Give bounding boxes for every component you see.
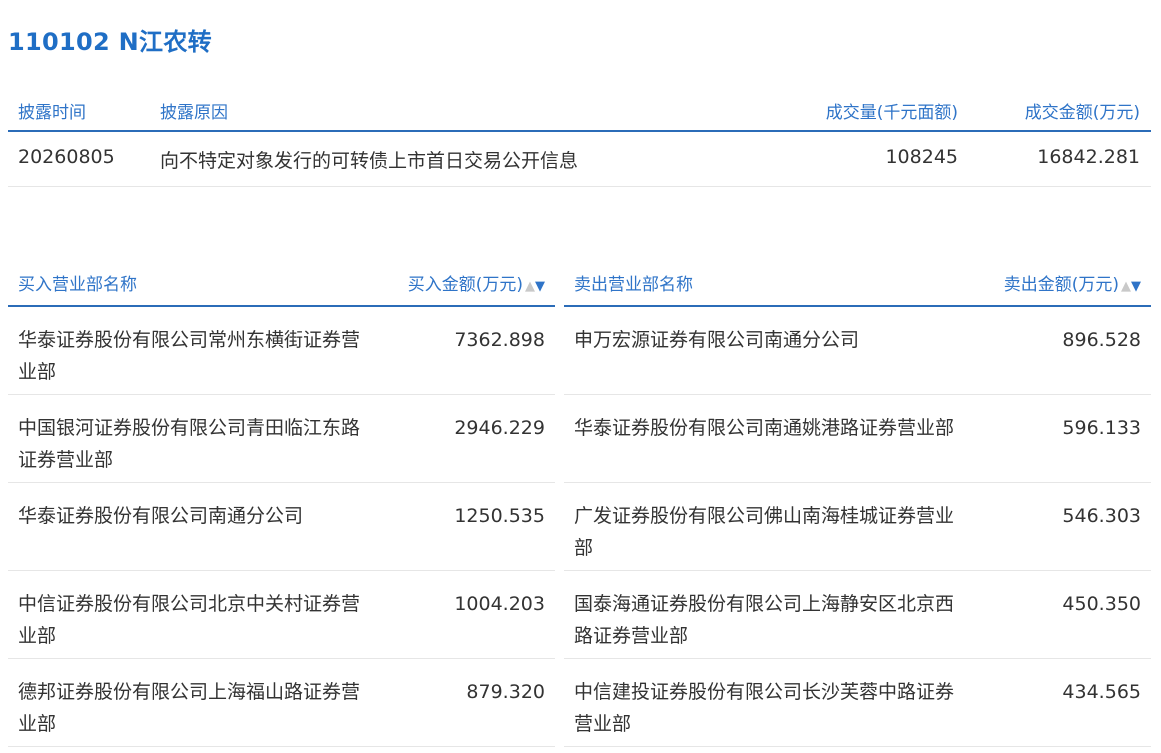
sell-name-header: 卖出营业部名称: [574, 275, 693, 295]
disclosure-time: 20260805: [18, 146, 115, 168]
table-row: 中国银河证券股份有限公司青田临江东路证券营业部 2946.229: [8, 396, 555, 483]
disclosure-reason: 向不特定对象发行的可转债上市首日交易公开信息: [160, 150, 579, 172]
header-disclosure-reason: 披露原因: [160, 103, 228, 123]
sell-table: 卖出营业部名称 卖出金额(万元) ▲▼ 申万宏源证券有限公司南通分公司 896.5…: [564, 260, 1151, 747]
sell-amount: 896.528: [1062, 329, 1141, 351]
buy-amount: 1250.535: [454, 505, 545, 527]
table-row: 申万宏源证券有限公司南通分公司 896.528: [564, 308, 1151, 395]
sort-icon[interactable]: ▲▼: [1121, 279, 1141, 294]
buy-branch-name: 中国银河证券股份有限公司青田临江东路证券营业部: [18, 417, 361, 471]
buy-amount: 1004.203: [454, 593, 545, 615]
sell-amount: 596.133: [1062, 417, 1141, 439]
page-title: 110102 N江农转: [8, 28, 212, 56]
buy-amount-header-label: 买入金额(万元): [407, 275, 523, 295]
table-row: 国泰海通证券股份有限公司上海静安区北京西路证券营业部 450.350: [564, 572, 1151, 659]
sell-amount: 546.303: [1062, 505, 1141, 527]
sort-asc-icon[interactable]: ▲: [525, 279, 535, 294]
buy-header-row: 买入营业部名称 买入金额(万元) ▲▼: [8, 260, 555, 307]
buy-name-header: 买入营业部名称: [18, 275, 137, 295]
buy-table: 买入营业部名称 买入金额(万元) ▲▼ 华泰证券股份有限公司常州东横街证券营业部 …: [8, 260, 555, 747]
table-row: 德邦证券股份有限公司上海福山路证券营业部 879.320: [8, 660, 555, 747]
sell-amount-sort-header[interactable]: 卖出金额(万元) ▲▼: [1004, 270, 1141, 295]
sort-asc-icon[interactable]: ▲: [1121, 279, 1131, 294]
sell-branch-name: 国泰海通证券股份有限公司上海静安区北京西路证券营业部: [574, 593, 955, 647]
sell-branch-name: 申万宏源证券有限公司南通分公司: [574, 329, 860, 351]
sell-amount-header-label: 卖出金额(万元): [1003, 275, 1119, 295]
header-disclosure-time: 披露时间: [18, 103, 86, 123]
table-row: 中信证券股份有限公司北京中关村证券营业部 1004.203: [8, 572, 555, 659]
sell-branch-name: 华泰证券股份有限公司南通姚港路证券营业部: [574, 417, 955, 439]
sell-header-row: 卖出营业部名称 卖出金额(万元) ▲▼: [564, 260, 1151, 307]
buy-amount-sort-header[interactable]: 买入金额(万元) ▲▼: [408, 270, 545, 295]
table-row: 华泰证券股份有限公司南通分公司 1250.535: [8, 484, 555, 571]
sort-desc-icon[interactable]: ▼: [1131, 279, 1141, 294]
buy-branch-name: 德邦证券股份有限公司上海福山路证券营业部: [18, 681, 361, 735]
sell-branch-name: 中信建投证券股份有限公司长沙芙蓉中路证券营业部: [574, 681, 955, 735]
disclosure-volume: 108245: [885, 146, 958, 168]
header-volume: 成交量(千元面额): [825, 103, 958, 123]
sort-icon[interactable]: ▲▼: [525, 279, 545, 294]
sell-amount: 434.565: [1062, 681, 1141, 703]
disclosure-header-row: 披露时间 披露原因 成交量(千元面额) 成交金额(万元): [8, 86, 1151, 132]
disclosure-amount: 16842.281: [1037, 146, 1140, 168]
table-row: 华泰证券股份有限公司南通姚港路证券营业部 596.133: [564, 396, 1151, 483]
buy-amount: 2946.229: [454, 417, 545, 439]
sell-branch-name: 广发证券股份有限公司佛山南海桂城证券营业部: [574, 505, 955, 559]
table-row: 广发证券股份有限公司佛山南海桂城证券营业部 546.303: [564, 484, 1151, 571]
buy-amount: 7362.898: [454, 329, 545, 351]
sort-desc-icon[interactable]: ▼: [535, 279, 545, 294]
disclosure-row: 20260805 向不特定对象发行的可转债上市首日交易公开信息 108245 1…: [8, 132, 1151, 187]
buy-branch-name: 中信证券股份有限公司北京中关村证券营业部: [18, 593, 361, 647]
table-row: 华泰证券股份有限公司常州东横街证券营业部 7362.898: [8, 308, 555, 395]
buy-branch-name: 华泰证券股份有限公司常州东横街证券营业部: [18, 329, 361, 383]
header-amount: 成交金额(万元): [1024, 103, 1140, 123]
buy-branch-name: 华泰证券股份有限公司南通分公司: [18, 505, 304, 527]
sell-amount: 450.350: [1062, 593, 1141, 615]
table-row: 中信建投证券股份有限公司长沙芙蓉中路证券营业部 434.565: [564, 660, 1151, 747]
buy-amount: 879.320: [466, 681, 545, 703]
disclosure-table: 披露时间 披露原因 成交量(千元面额) 成交金额(万元) 20260805 向不…: [8, 86, 1151, 187]
